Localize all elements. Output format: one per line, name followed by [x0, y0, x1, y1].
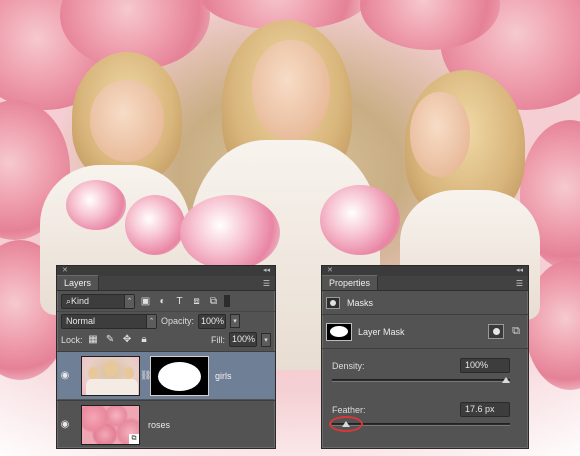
blend-mode-value: Normal	[66, 315, 96, 326]
opacity-input[interactable]: 100%	[198, 313, 227, 329]
mask-preview-thumbnail	[326, 322, 352, 341]
layers-tabbar: Layers ☰	[57, 275, 275, 291]
blend-row: Normal ⌃ Opacity: 100% ▾	[57, 311, 275, 330]
adjustment-filter-icon[interactable]: ◐	[156, 295, 169, 308]
chevron-down-icon: ⌃	[124, 294, 134, 308]
filter-kind-select[interactable]: ⌕Kind ⌃	[61, 293, 135, 309]
woman-face	[252, 40, 330, 140]
filter-toggle-icon[interactable]	[224, 295, 230, 307]
layer-row-roses[interactable]: ◉ ⧉ roses	[57, 400, 275, 448]
lock-transparent-pixels-icon[interactable]: ▦	[87, 333, 100, 346]
chevron-down-icon: ⌃	[146, 314, 156, 328]
masks-header: Masks	[322, 291, 528, 315]
density-label: Density:	[332, 361, 365, 371]
lock-label: Lock:	[61, 334, 83, 345]
density-slider-thumb[interactable]	[502, 377, 510, 383]
layers-panel: ✕ ◂◂ Layers ☰ ⌕Kind ⌃ ▣ ◐ T ⧈ ⧉ Normal ⌃…	[56, 265, 276, 449]
mask-icon	[326, 296, 340, 309]
left-girl-face	[90, 80, 164, 162]
mask-type-row: Layer Mask ⧉	[322, 315, 528, 349]
layer-filter-row: ⌕Kind ⌃ ▣ ◐ T ⧈ ⧉	[57, 291, 275, 311]
lock-row: Lock: ▦ ✎ ✥ 🔒︎ Fill: 100% ▾	[57, 330, 275, 349]
chain-link-icon[interactable]: ⛓	[140, 370, 151, 381]
panel-menu-icon[interactable]: ☰	[516, 279, 528, 290]
smart-object-filter-icon[interactable]: ⧉	[207, 295, 220, 308]
pixel-filter-icon[interactable]: ▣	[139, 295, 152, 308]
fill-label: Fill:	[211, 334, 225, 345]
properties-tabbar: Properties ☰	[322, 275, 528, 291]
layer-mask-thumbnail[interactable]	[150, 355, 209, 396]
pixel-mask-icon[interactable]	[488, 324, 504, 339]
layer-thumbnail[interactable]: ⧉	[81, 404, 140, 445]
eye-icon[interactable]: ◉	[57, 370, 73, 381]
collapse-icon[interactable]: ◂◂	[516, 266, 523, 276]
filter-kind-value: Kind	[71, 295, 90, 306]
bouquet	[180, 195, 280, 270]
layer-name[interactable]: girls	[215, 371, 232, 381]
bouquet	[125, 195, 185, 255]
eye-icon[interactable]: ◉	[57, 419, 73, 430]
lock-move-icon[interactable]: ✥	[121, 333, 134, 346]
mask-type-label: Layer Mask	[358, 326, 405, 337]
highlight-circle	[328, 416, 363, 432]
tab-layers[interactable]: Layers	[57, 275, 100, 290]
density-slider[interactable]	[332, 379, 510, 382]
feather-input[interactable]: 17.6 px	[460, 402, 510, 417]
bouquet	[320, 185, 400, 255]
feather-control: Feather: 17.6 px	[322, 393, 528, 437]
fill-input[interactable]: 100%	[229, 332, 257, 347]
vector-mask-icon[interactable]: ⧉	[508, 324, 524, 339]
lock-paint-icon[interactable]: ✎	[104, 333, 117, 346]
fill-dropdown-icon[interactable]: ▾	[261, 332, 271, 347]
layer-thumbnail[interactable]	[81, 355, 140, 396]
tab-properties[interactable]: Properties	[322, 275, 379, 290]
shape-filter-icon[interactable]: ⧈	[190, 295, 203, 308]
section-title: Masks	[347, 297, 374, 308]
layer-row-girls[interactable]: ◉ ⛓ girls	[57, 351, 275, 399]
opacity-dropdown-icon[interactable]: ▾	[230, 314, 241, 328]
right-girl-face	[410, 92, 470, 177]
opacity-label: Opacity:	[161, 316, 195, 326]
smart-object-badge-icon: ⧉	[129, 433, 139, 444]
density-input[interactable]: 100%	[460, 358, 510, 373]
collapse-icon[interactable]: ◂◂	[263, 266, 270, 276]
lock-all-icon[interactable]: 🔒︎	[138, 333, 151, 346]
bouquet	[66, 180, 126, 230]
feather-label: Feather:	[332, 405, 366, 415]
properties-panel: ✕ ◂◂ Properties ☰ Masks Layer Mask ⧉ Den…	[321, 265, 529, 449]
layer-name[interactable]: roses	[148, 420, 170, 430]
type-filter-icon[interactable]: T	[173, 295, 186, 308]
blend-mode-select[interactable]: Normal ⌃	[61, 313, 157, 329]
panel-menu-icon[interactable]: ☰	[263, 279, 275, 290]
density-control: Density: 100%	[322, 349, 528, 393]
